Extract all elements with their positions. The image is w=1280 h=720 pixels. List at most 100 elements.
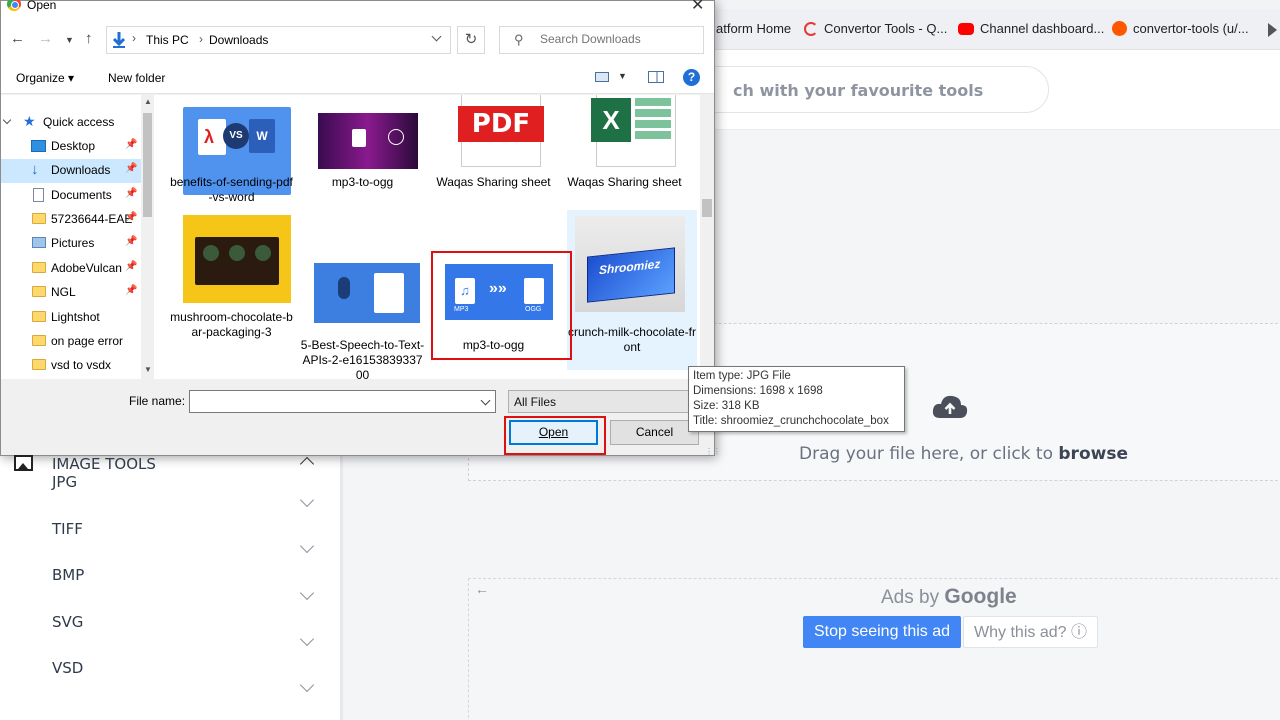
nav-documents[interactable]: Documents 📌: [1, 184, 141, 208]
preview-pane-icon[interactable]: [648, 71, 664, 83]
scroll-up-icon[interactable]: ▲: [144, 97, 152, 106]
folder-icon: [32, 359, 46, 370]
bookmark-convertor-tools[interactable]: Convertor Tools - Q...: [804, 21, 947, 36]
bookmark-platform-home[interactable]: atform Home: [716, 21, 791, 36]
pin-icon: 📌: [125, 285, 138, 296]
bookmark-reddit[interactable]: convertor-tools (u/...: [1112, 21, 1249, 36]
pin-icon: 📌: [125, 163, 138, 174]
search-downloads-box[interactable]: ⚲: [499, 26, 704, 54]
folder-icon: [32, 213, 46, 224]
breadcrumb-separator[interactable]: ›: [199, 32, 203, 46]
why-this-ad-button[interactable]: Why this ad? ⓘ: [963, 616, 1098, 648]
nav-pictures[interactable]: Pictures 📌: [1, 232, 141, 256]
file-thumbnail: [318, 113, 418, 169]
stop-seeing-ad-button[interactable]: Stop seeing this ad: [803, 616, 961, 648]
refresh-icon[interactable]: ↻: [457, 26, 485, 54]
chevron-down-icon[interactable]: [480, 395, 491, 406]
chevron-down-icon[interactable]: [431, 31, 442, 42]
nav-quick-access[interactable]: ★ Quick access: [1, 111, 141, 135]
cancel-button[interactable]: Cancel: [610, 420, 699, 445]
file-list-scrollbar[interactable]: [700, 95, 714, 379]
chevron-down-icon[interactable]: [299, 677, 315, 693]
up-arrow-icon[interactable]: ↑: [85, 30, 93, 47]
tool-search-placeholder: ch with your favourite tools: [733, 81, 984, 100]
nav-pane-scrollbar[interactable]: ▲ ▼: [141, 95, 154, 379]
tools-sidebar: JPG TIFF BMP SVG VSD: [0, 440, 340, 720]
scrollbar-thumb[interactable]: [143, 113, 152, 217]
downloads-arrow-icon: [112, 32, 126, 48]
resize-grip-icon[interactable]: ⋮⋮: [705, 447, 721, 456]
youtube-icon: [958, 22, 974, 35]
bookmark-channel-dashboard[interactable]: Channel dashboard...: [958, 21, 1104, 36]
ads-by-google: Ads by Google: [881, 585, 1017, 608]
file-tooltip: Item type: JPG File Dimensions: 1698 x 1…: [688, 366, 905, 432]
back-arrow-icon[interactable]: ←: [10, 30, 25, 47]
breadcrumb-this-pc[interactable]: This PC: [146, 33, 189, 47]
nav-ngl[interactable]: NGL 📌: [1, 281, 141, 305]
chrome-icon: [7, 0, 21, 11]
address-bar[interactable]: › This PC › Downloads: [106, 26, 451, 54]
breadcrumb-downloads[interactable]: Downloads: [209, 33, 268, 47]
folder-icon: [32, 286, 46, 297]
pin-icon: 📌: [125, 188, 138, 199]
dialog-command-bar: Organize ▾ New folder ▼ ?: [1, 60, 714, 94]
dialog-navbar: ← → ▼ ↑ › This PC › Downloads ↻ ⚲: [1, 15, 714, 60]
file-item[interactable]: 5-Best-Speech-to-Text-APIs-2-e1615383933…: [300, 210, 425, 379]
folder-icon: [32, 311, 46, 322]
sidebar-item-tiff[interactable]: TIFF: [52, 520, 83, 538]
file-name-input[interactable]: [189, 390, 496, 413]
file-item-hovered[interactable]: Shroomiez crunch-milk-chocolate-front: [567, 210, 697, 370]
ad-container: ← Ads by Google Stop seeing this ad Why …: [468, 578, 1280, 720]
recent-locations-icon[interactable]: ▼: [65, 35, 74, 45]
sidebar-item-vsd[interactable]: VSD: [52, 659, 83, 677]
sidebar-item-bmp[interactable]: BMP: [52, 566, 84, 584]
close-icon[interactable]: ✕: [691, 0, 704, 15]
chevron-up-icon[interactable]: [299, 456, 315, 472]
desktop-icon: [31, 140, 46, 152]
file-thumbnail: [183, 215, 291, 303]
file-type-select[interactable]: All Files: [508, 390, 704, 413]
nav-downloads[interactable]: ↓ Downloads 📌: [1, 159, 141, 183]
star-icon: ★: [23, 113, 36, 129]
expand-chevron-icon[interactable]: [2, 115, 12, 125]
chevron-down-icon[interactable]: [299, 538, 315, 554]
nav-on-page-error[interactable]: on page error: [1, 330, 141, 354]
back-arrow-icon[interactable]: ←: [475, 581, 489, 597]
navigation-pane: ★ Quick access Desktop 📌 ↓ Downloads 📌 D…: [1, 95, 154, 379]
image-tools-header[interactable]: IMAGE TOOLS: [0, 451, 340, 476]
browse-link[interactable]: browse: [1058, 444, 1128, 464]
pdf-icon: λ: [198, 119, 226, 155]
file-thumbnail: Shroomiez: [575, 216, 685, 312]
scroll-down-icon[interactable]: ▼: [144, 365, 152, 374]
nav-adobevulcan[interactable]: AdobeVulcan 📌: [1, 257, 141, 281]
search-downloads-input[interactable]: [540, 32, 700, 46]
pdf-file-thumbnail: PDF: [458, 95, 544, 167]
convertor-tools-favicon: [804, 21, 818, 36]
open-button[interactable]: Open: [509, 420, 598, 445]
chevron-down-icon[interactable]: [299, 631, 315, 647]
dialog-titlebar: Open ✕: [1, 0, 714, 15]
cloud-upload-icon: [932, 395, 968, 418]
nav-vsd-to-vsdx[interactable]: vsd to vsdx: [1, 354, 141, 378]
chevron-down-icon[interactable]: [299, 492, 315, 508]
more-bookmarks-icon[interactable]: [1268, 23, 1277, 37]
file-list: λ VS W benefits-of-sending-pdf-vs-word m…: [154, 95, 700, 379]
pin-icon: 📌: [125, 236, 138, 247]
chevron-down-icon[interactable]: ▼: [618, 71, 627, 81]
view-options-icon[interactable]: [595, 72, 609, 82]
nav-desktop[interactable]: Desktop 📌: [1, 135, 141, 159]
nav-folder-57236644[interactable]: 57236644-EAE 📌: [1, 208, 141, 232]
image-icon: [14, 455, 33, 471]
organize-button[interactable]: Organize ▾: [16, 71, 74, 85]
nav-lightshot[interactable]: Lightshot: [1, 306, 141, 330]
highlight-mp3-to-ogg: [431, 251, 572, 360]
file-item[interactable]: mushroom-chocolate-bar-packaging-3: [169, 210, 294, 370]
sidebar-item-svg[interactable]: SVG: [52, 613, 83, 631]
pictures-icon: [32, 237, 46, 248]
new-folder-button[interactable]: New folder: [108, 71, 165, 85]
scrollbar-thumb[interactable]: [702, 199, 712, 217]
documents-icon: [33, 188, 44, 202]
chevron-down-icon[interactable]: [299, 585, 315, 601]
forward-arrow-icon[interactable]: →: [38, 30, 53, 47]
help-icon[interactable]: ?: [683, 69, 700, 86]
